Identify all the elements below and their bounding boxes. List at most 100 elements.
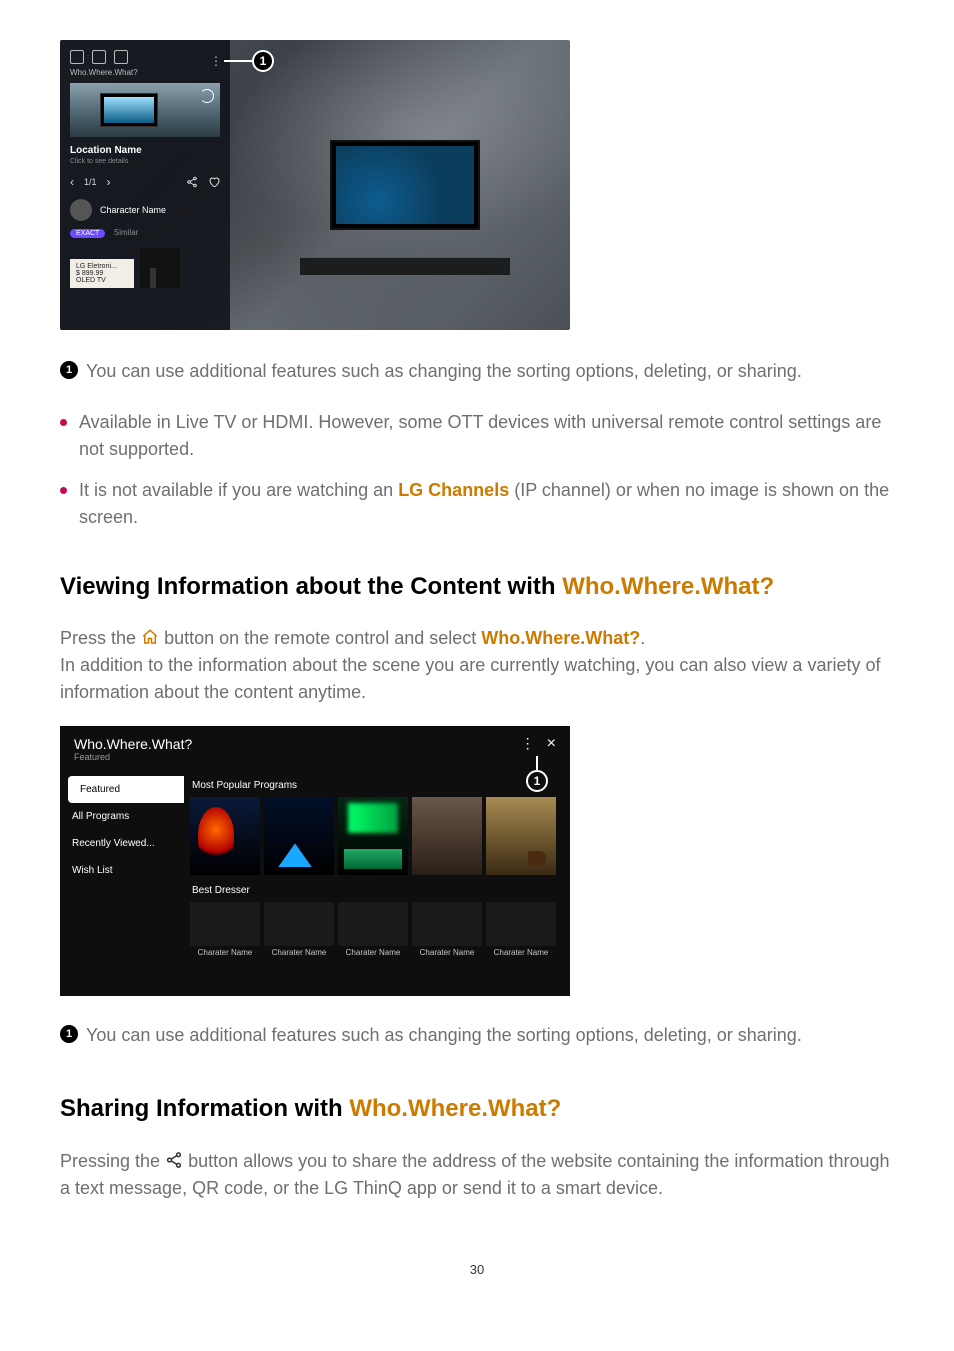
product-name: LG Eletroni... [76, 263, 128, 270]
character-label: Charater Name [494, 948, 549, 957]
kebab-icon: ⋮ [210, 54, 222, 68]
tab-wish-list: Wish List [60, 857, 184, 884]
location-sub-label: Click to see details [70, 158, 220, 165]
f2-header: Who.Where.What? Featured ⋮ × [60, 726, 570, 764]
program-thumb [412, 797, 482, 875]
product-image [140, 248, 180, 288]
heading-sharing-info: Sharing Information with Who.Where.What? [60, 1093, 894, 1125]
exact-badge: EXACT [70, 229, 105, 238]
callout-1: ⋮ 1 [210, 50, 274, 72]
character-label: Charater Name [272, 948, 327, 957]
character-card: Charater Name [412, 902, 482, 957]
refresh-icon [200, 89, 214, 103]
para1-e: In addition to the information about the… [60, 655, 880, 702]
panel-thumbnail [70, 83, 220, 137]
tab-recently-viewed: Recently Viewed... [60, 830, 184, 857]
note-1-text: Available in Live TV or HDMI. However, s… [79, 409, 894, 463]
page-number: 30 [60, 1262, 894, 1277]
tab-all-programs: All Programs [60, 803, 184, 830]
character-card: Charater Name [338, 902, 408, 957]
program-thumb [264, 797, 334, 875]
heading2-plain: Sharing Information with [60, 1095, 349, 1122]
heading-orange: Who.Where.What? [562, 573, 774, 600]
note-item: It is not available if you are watching … [60, 477, 894, 531]
character-card: Charater Name [264, 902, 334, 957]
program-thumb [190, 797, 260, 875]
tv-console [300, 257, 510, 275]
tag-icon [92, 50, 106, 64]
popular-thumbs [190, 797, 556, 875]
next-chevron-icon: › [107, 175, 111, 189]
callout-1: 1 [526, 756, 548, 792]
character-row: Character Name [70, 199, 220, 221]
panel-top-icons [70, 50, 220, 64]
step-number-icon: 1 [60, 1025, 78, 1043]
location-name-label: Location Name [70, 145, 220, 156]
program-thumb [486, 797, 556, 875]
para2-a: Pressing the [60, 1151, 165, 1171]
heading-viewing-info: Viewing Information about the Content wi… [60, 571, 894, 603]
character-name-label: Character Name [100, 205, 166, 215]
f2-main: Most Popular Programs Best Dresser Chara… [184, 770, 570, 967]
panel-small-title: Who.Where.What? [70, 68, 220, 77]
note-item: Available in Live TV or HDMI. However, s… [60, 409, 894, 463]
para1-d: . [640, 628, 645, 648]
f2-sidebar: Featured All Programs Recently Viewed...… [60, 770, 184, 967]
panel-controls: ‹ 1/1 › [70, 175, 220, 189]
heading2-orange: Who.Where.What? [349, 1095, 561, 1122]
info-panel: Who.Where.What? Location Name Click to s… [60, 40, 230, 330]
counter: 1/1 [84, 177, 97, 187]
callout-number: 1 [526, 770, 548, 792]
f2-subtitle: Featured [74, 752, 192, 762]
notes-list: Available in Live TV or HDMI. However, s… [60, 409, 894, 531]
figure-who-where-what-overlay: Who.Where.What? Location Name Click to s… [60, 40, 570, 330]
thumbnail-tv [100, 93, 158, 127]
para2-b: button allows you to share the address o… [60, 1151, 890, 1198]
product-price: $ 899.99 [76, 270, 128, 277]
character-card: Charater Name [486, 902, 556, 957]
paragraph-sharing-info: Pressing the button allows you to share … [60, 1148, 894, 1202]
para1-a: Press the [60, 628, 141, 648]
tab-featured: Featured [68, 776, 184, 803]
close-icon: × [547, 736, 556, 752]
product-row: LG Eletroni... $ 899.99 OLED TV [70, 248, 220, 288]
bullet-icon [60, 487, 67, 494]
numbered-item-2-text: You can use additional features such as … [86, 1022, 802, 1049]
product-card: LG Eletroni... $ 899.99 OLED TV [70, 259, 134, 288]
product-type: OLED TV [76, 277, 128, 284]
person-icon [70, 50, 84, 64]
numbered-item-1: 1 You can use additional features such a… [60, 358, 894, 385]
avatar [70, 199, 92, 221]
share-icon [186, 176, 198, 188]
row-title-best-dresser: Best Dresser [192, 885, 556, 896]
kebab-icon: ⋮ [521, 736, 533, 750]
similar-label: Similar [114, 228, 138, 237]
f2-title: Who.Where.What? [74, 736, 192, 752]
note-2-text: It is not available if you are watching … [79, 477, 894, 531]
home-icon [141, 628, 159, 646]
location-icon [114, 50, 128, 64]
share-icon [165, 1151, 183, 1169]
lg-channels-label: LG Channels [398, 480, 509, 500]
note-2-a: It is not available if you are watching … [79, 480, 398, 500]
prev-chevron-icon: ‹ [70, 175, 74, 189]
wall-tv [330, 140, 480, 230]
who-where-what-label: Who.Where.What? [481, 628, 640, 648]
character-card: Charater Name [190, 902, 260, 957]
step-number-icon: 1 [60, 361, 78, 379]
row-title-popular: Most Popular Programs [192, 780, 556, 791]
best-dresser-thumbs: Charater Name Charater Name Charater Nam… [190, 902, 556, 957]
bullet-icon [60, 419, 67, 426]
character-label: Charater Name [346, 948, 401, 957]
program-thumb [338, 797, 408, 875]
numbered-item-2: 1 You can use additional features such a… [60, 1022, 894, 1049]
heading-plain: Viewing Information about the Content wi… [60, 573, 562, 600]
character-label: Charater Name [420, 948, 475, 957]
numbered-item-1-text: You can use additional features such as … [86, 358, 802, 385]
callout-number: 1 [252, 50, 274, 72]
figure-who-where-what-app: Who.Where.What? Featured ⋮ × 1 Featured … [60, 726, 570, 996]
character-label: Charater Name [198, 948, 253, 957]
para1-b: button on the remote control and select [164, 628, 481, 648]
paragraph-viewing-info: Press the button on the remote control a… [60, 625, 894, 706]
heart-icon [208, 176, 220, 188]
